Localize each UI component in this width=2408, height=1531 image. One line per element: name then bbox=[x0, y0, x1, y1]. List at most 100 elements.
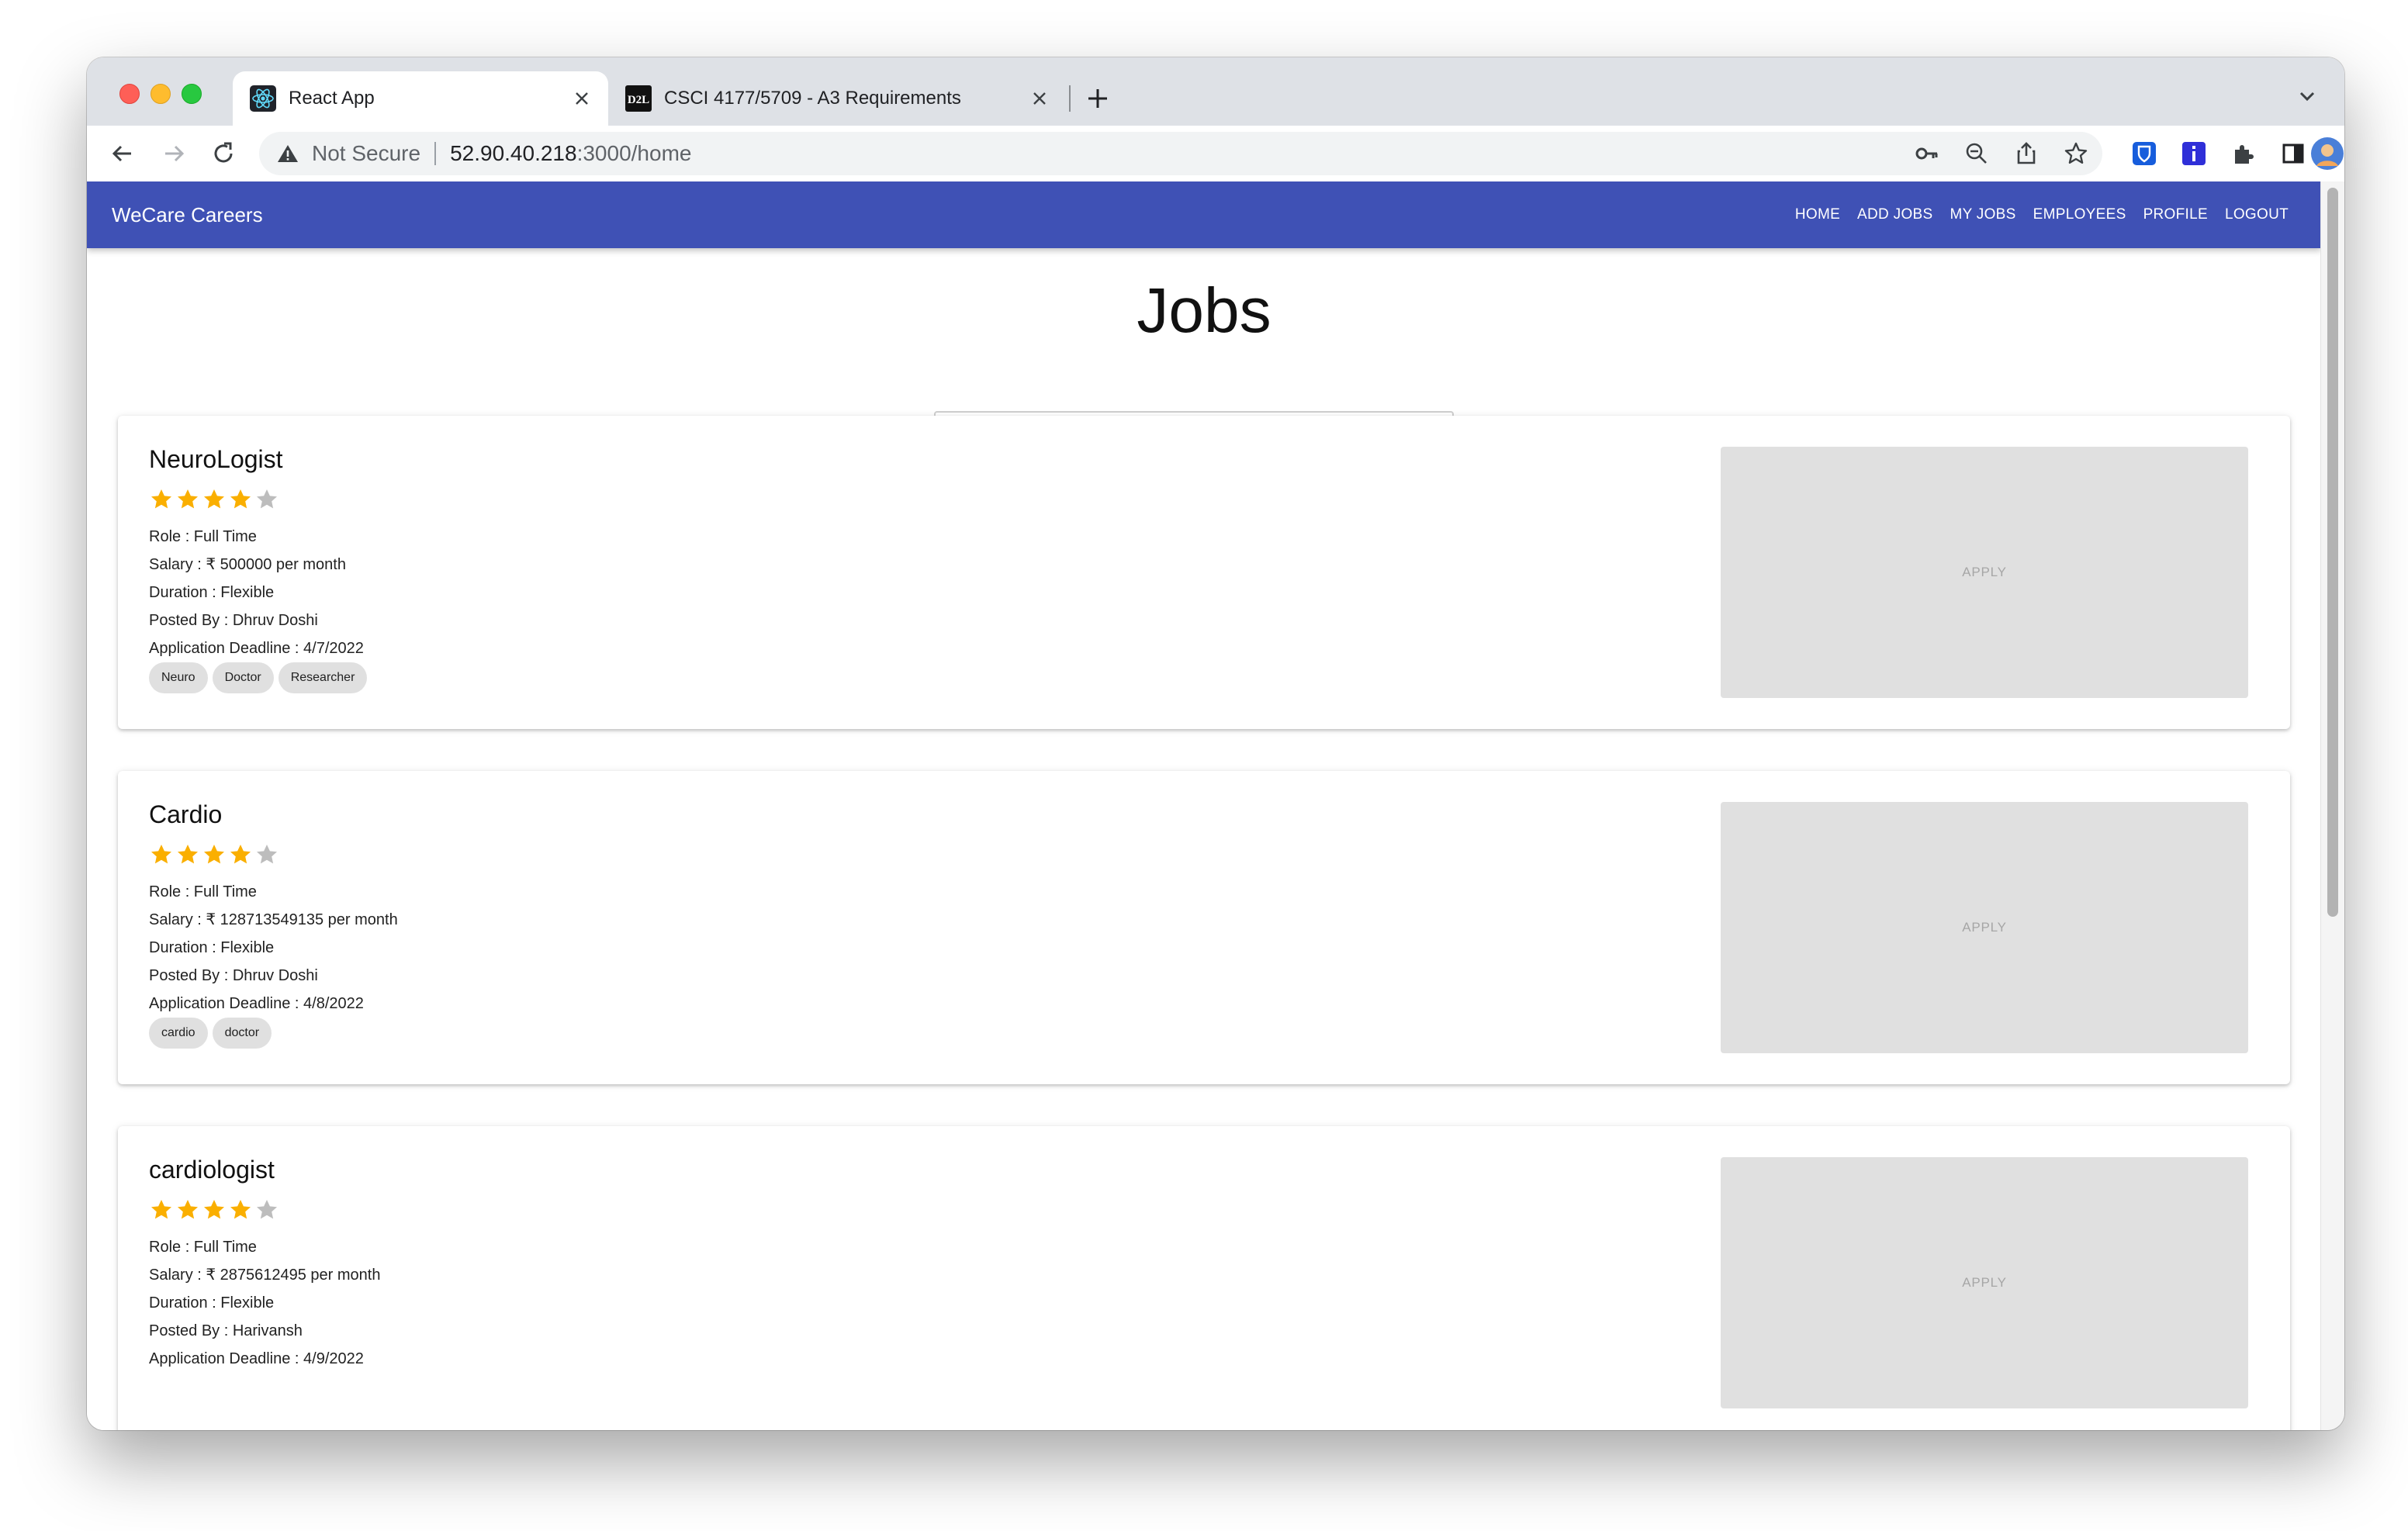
job-card: NeuroLogist Role : Full Time Salary : ₹ 50… bbox=[118, 416, 2290, 729]
rating-star-icon[interactable] bbox=[149, 487, 174, 512]
close-tab-icon[interactable] bbox=[1029, 88, 1050, 109]
rating-star-icon[interactable] bbox=[175, 1197, 200, 1222]
apply-button[interactable]: APPLY bbox=[1721, 447, 2248, 698]
d2l-icon: D2L bbox=[625, 85, 652, 112]
tag-chip: doctor bbox=[212, 1018, 272, 1049]
rating-star-icon[interactable] bbox=[149, 1197, 174, 1222]
rating-star-icon[interactable] bbox=[175, 842, 200, 867]
job-title: cardiologist bbox=[149, 1156, 275, 1184]
job-salary: Salary : ₹ 2875612495 per month bbox=[149, 1267, 381, 1284]
tab-search-chevron-icon[interactable] bbox=[2292, 81, 2323, 112]
nav-home[interactable]: HOME bbox=[1795, 206, 1840, 223]
job-card: cardiologist Role : Full Time Salary : ₹ 2… bbox=[118, 1126, 2290, 1430]
share-icon[interactable] bbox=[2009, 137, 2043, 171]
key-icon[interactable] bbox=[1910, 137, 1944, 171]
zoom-out-icon[interactable] bbox=[1960, 137, 1994, 171]
back-arrow-icon[interactable] bbox=[106, 137, 140, 171]
apply-button[interactable]: APPLY bbox=[1721, 802, 2248, 1053]
job-card: Cardio Role : Full Time Salary : ₹ 1287135… bbox=[118, 771, 2290, 1084]
zoom-window-button[interactable] bbox=[182, 84, 202, 104]
browser-window: React App D2L CSCI 4177/5709 - A3 Requir… bbox=[87, 57, 2344, 1430]
rating-star-icon[interactable] bbox=[228, 842, 253, 867]
apply-button[interactable]: APPLY bbox=[1721, 1157, 2248, 1408]
rating-star-icon[interactable] bbox=[254, 487, 279, 512]
close-tab-icon[interactable] bbox=[571, 88, 593, 109]
rating-stars bbox=[149, 1197, 279, 1222]
rating-star-icon[interactable] bbox=[175, 487, 200, 512]
nav-add-jobs[interactable]: ADD JOBS bbox=[1857, 206, 1932, 223]
info-extension-icon[interactable] bbox=[2175, 135, 2213, 172]
tab-title: CSCI 4177/5709 - A3 Requirements bbox=[664, 88, 961, 109]
job-deadline: Application Deadline : 4/8/2022 bbox=[149, 995, 364, 1012]
new-tab-plus-icon[interactable] bbox=[1078, 79, 1117, 118]
bitwarden-extension-icon[interactable] bbox=[2126, 135, 2163, 172]
tag-chip: Doctor bbox=[212, 662, 274, 693]
page-title: Jobs bbox=[1137, 275, 1271, 346]
tag-chip: Neuro bbox=[149, 662, 208, 693]
job-posted-by: Posted By : Dhruv Doshi bbox=[149, 612, 318, 629]
rating-stars bbox=[149, 487, 279, 512]
job-details: Role : Full Time Salary : ₹ 2875612495 pe… bbox=[149, 1233, 380, 1373]
job-salary: Salary : ₹ 500000 per month bbox=[149, 556, 346, 573]
url-text: 52.90.40.218:3000/home bbox=[450, 141, 692, 165]
tag-list: cardio doctor bbox=[149, 1018, 272, 1049]
job-title: Cardio bbox=[149, 800, 223, 828]
close-window-button[interactable] bbox=[119, 84, 140, 104]
nav-profile[interactable]: PROFILE bbox=[2143, 206, 2208, 223]
puzzle-extensions-icon[interactable] bbox=[2225, 135, 2262, 172]
rating-stars bbox=[149, 842, 279, 867]
nav-my-jobs[interactable]: MY JOBS bbox=[1950, 206, 2015, 223]
job-details: Role : Full Time Salary : ₹ 128713549135 … bbox=[149, 878, 398, 1018]
security-status-text: Not Secure bbox=[312, 141, 421, 165]
nav-employees[interactable]: EMPLOYEES bbox=[2033, 206, 2126, 223]
job-posted-by: Posted By : Dhruv Doshi bbox=[149, 967, 318, 984]
web-page: WeCare Careers HOME ADD JOBS MY JOBS EMP… bbox=[87, 181, 2321, 1430]
tab-title: React App bbox=[289, 88, 375, 109]
tag-list: Neuro Doctor Researcher bbox=[149, 662, 368, 693]
job-role: Role : Full Time bbox=[149, 1239, 257, 1256]
job-deadline: Application Deadline : 4/7/2022 bbox=[149, 640, 364, 657]
rating-star-icon[interactable] bbox=[254, 842, 279, 867]
rating-star-icon[interactable] bbox=[202, 1197, 227, 1222]
react-icon bbox=[250, 85, 276, 112]
minimize-window-button[interactable] bbox=[150, 84, 171, 104]
reload-icon[interactable] bbox=[206, 137, 240, 171]
omnibox-actions bbox=[1910, 137, 2093, 171]
job-deadline: Application Deadline : 4/9/2022 bbox=[149, 1350, 364, 1367]
bookmark-star-icon[interactable] bbox=[2059, 137, 2093, 171]
tab-separator bbox=[1069, 85, 1071, 112]
rating-star-icon[interactable] bbox=[228, 487, 253, 512]
nav-menu: HOME ADD JOBS MY JOBS EMPLOYEES PROFILE … bbox=[1795, 181, 2289, 248]
tag-chip: cardio bbox=[149, 1018, 208, 1049]
job-duration: Duration : Flexible bbox=[149, 1294, 275, 1312]
brand-title[interactable]: WeCare Careers bbox=[112, 203, 263, 227]
profile-avatar[interactable] bbox=[2309, 135, 2344, 172]
rating-star-icon[interactable] bbox=[254, 1197, 279, 1222]
divider bbox=[434, 142, 437, 165]
nav-logout[interactable]: LOGOUT bbox=[2225, 206, 2289, 223]
tag-chip: Researcher bbox=[278, 662, 368, 693]
rating-star-icon[interactable] bbox=[202, 842, 227, 867]
job-salary: Salary : ₹ 128713549135 per month bbox=[149, 911, 398, 928]
page-scrollbar[interactable] bbox=[2320, 181, 2344, 1430]
tab-csci-requirements[interactable]: D2L CSCI 4177/5709 - A3 Requirements bbox=[608, 71, 1066, 126]
rating-star-icon[interactable] bbox=[228, 1197, 253, 1222]
job-role: Role : Full Time bbox=[149, 883, 257, 900]
address-bar[interactable]: Not Secure 52.90.40.218:3000/home bbox=[259, 132, 2102, 175]
job-duration: Duration : Flexible bbox=[149, 584, 275, 601]
browser-toolbar: Not Secure 52.90.40.218:3000/home bbox=[87, 126, 2344, 182]
side-panel-icon[interactable] bbox=[2275, 135, 2312, 172]
forward-arrow-icon[interactable] bbox=[157, 137, 191, 171]
app-bar: WeCare Careers HOME ADD JOBS MY JOBS EMP… bbox=[87, 181, 2321, 248]
rating-star-icon[interactable] bbox=[202, 487, 227, 512]
rating-star-icon[interactable] bbox=[149, 842, 174, 867]
svg-text:D2L: D2L bbox=[628, 94, 649, 106]
job-posted-by: Posted By : Harivansh bbox=[149, 1322, 303, 1339]
job-role: Role : Full Time bbox=[149, 528, 257, 545]
job-title: NeuroLogist bbox=[149, 445, 283, 473]
warning-icon[interactable] bbox=[276, 142, 299, 165]
tab-react-app[interactable]: React App bbox=[233, 71, 608, 126]
tab-strip: React App D2L CSCI 4177/5709 - A3 Requir… bbox=[87, 57, 2344, 126]
scrollbar-thumb[interactable] bbox=[2327, 188, 2338, 917]
job-duration: Duration : Flexible bbox=[149, 939, 275, 956]
